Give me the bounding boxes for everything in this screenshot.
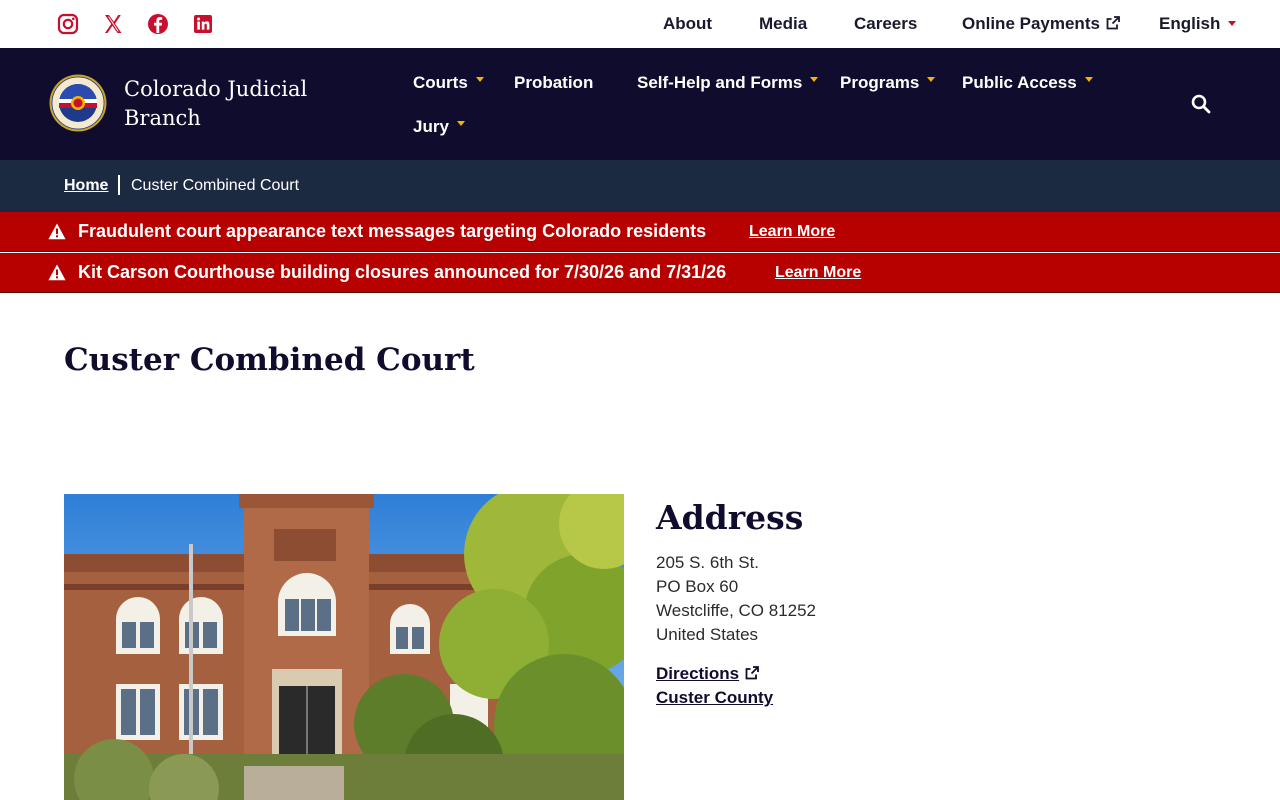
facebook-icon[interactable] — [146, 12, 170, 36]
nav-probation[interactable]: Probation — [514, 73, 593, 93]
nav-jury-label: Jury — [413, 117, 449, 136]
chevron-down-icon — [456, 121, 465, 126]
careers-link[interactable]: Careers — [854, 14, 917, 34]
alert-learn-more-link[interactable]: Learn More — [775, 264, 861, 282]
chevron-down-icon — [1228, 21, 1237, 26]
address-city-state-zip: Westcliffe, CO 81252 — [656, 601, 817, 620]
alert-learn-more-link[interactable]: Learn More — [749, 223, 835, 241]
address-street: 205 S. 6th St. — [656, 553, 760, 572]
x-icon[interactable] — [101, 12, 125, 36]
about-link[interactable]: About — [663, 14, 712, 34]
warning-icon — [48, 264, 66, 281]
page-title: Custer Combined Court — [64, 342, 475, 378]
media-link[interactable]: Media — [759, 14, 807, 34]
language-selector[interactable]: English — [1159, 14, 1237, 34]
nav-programs[interactable]: Programs — [840, 73, 936, 93]
nav-programs-label: Programs — [840, 73, 920, 92]
site-brand-name[interactable]: Colorado Judicial Branch — [124, 75, 344, 133]
search-icon[interactable] — [1190, 93, 1212, 115]
address-block: 205 S. 6th St. PO Box 60 Westcliffe, CO … — [656, 551, 816, 647]
address-heading: Address — [656, 498, 804, 537]
online-payments-label: Online Payments — [962, 14, 1100, 33]
nav-self-help-forms[interactable]: Self-Help and Forms — [637, 73, 819, 93]
chevron-down-icon — [475, 77, 484, 82]
brand-line-2: Branch — [124, 106, 201, 130]
address-po-box: PO Box 60 — [656, 577, 739, 596]
chevron-down-icon — [1084, 77, 1093, 82]
instagram-icon[interactable] — [56, 12, 80, 36]
breadcrumb-home-link[interactable]: Home — [64, 177, 108, 195]
chevron-down-icon — [927, 77, 936, 82]
nav-self-help-label: Self-Help and Forms — [637, 73, 803, 92]
alert-banner: Fraudulent court appearance text message… — [0, 212, 1280, 252]
courthouse-photo — [64, 494, 624, 800]
nav-courts-label: Courts — [413, 73, 468, 92]
colorado-courts-seal-logo[interactable] — [49, 74, 107, 132]
linkedin-icon[interactable] — [191, 12, 215, 36]
external-link-icon — [1106, 15, 1120, 30]
nav-jury[interactable]: Jury — [413, 117, 465, 137]
online-payments-link[interactable]: Online Payments — [962, 14, 1120, 34]
nav-public-access[interactable]: Public Access — [962, 73, 1093, 93]
language-label: English — [1159, 14, 1221, 33]
nav-courts[interactable]: Courts — [413, 73, 484, 93]
county-link[interactable]: Custer County — [656, 688, 773, 708]
alert-message: Kit Carson Courthouse building closures … — [78, 262, 727, 282]
breadcrumb-separator — [118, 175, 120, 195]
alert-banner: Kit Carson Courthouse building closures … — [0, 253, 1280, 293]
utility-bar: About Media Careers Online Payments Engl… — [0, 0, 1280, 48]
warning-icon — [48, 223, 66, 240]
nav-public-access-label: Public Access — [962, 73, 1077, 92]
directions-link[interactable]: Directions — [656, 664, 760, 684]
directions-label: Directions — [656, 664, 740, 683]
breadcrumb-current: Custer Combined Court — [131, 177, 300, 194]
address-country: United States — [656, 625, 759, 644]
main-header: Colorado Judicial Branch Courts Probatio… — [0, 48, 1280, 160]
social-links — [56, 12, 236, 36]
brand-line-1: Colorado Judicial — [124, 77, 308, 101]
external-link-icon — [745, 665, 760, 680]
breadcrumb: Home Custer Combined Court — [0, 160, 1280, 212]
alert-message: Fraudulent court appearance text message… — [78, 221, 707, 241]
chevron-down-icon — [810, 77, 819, 82]
